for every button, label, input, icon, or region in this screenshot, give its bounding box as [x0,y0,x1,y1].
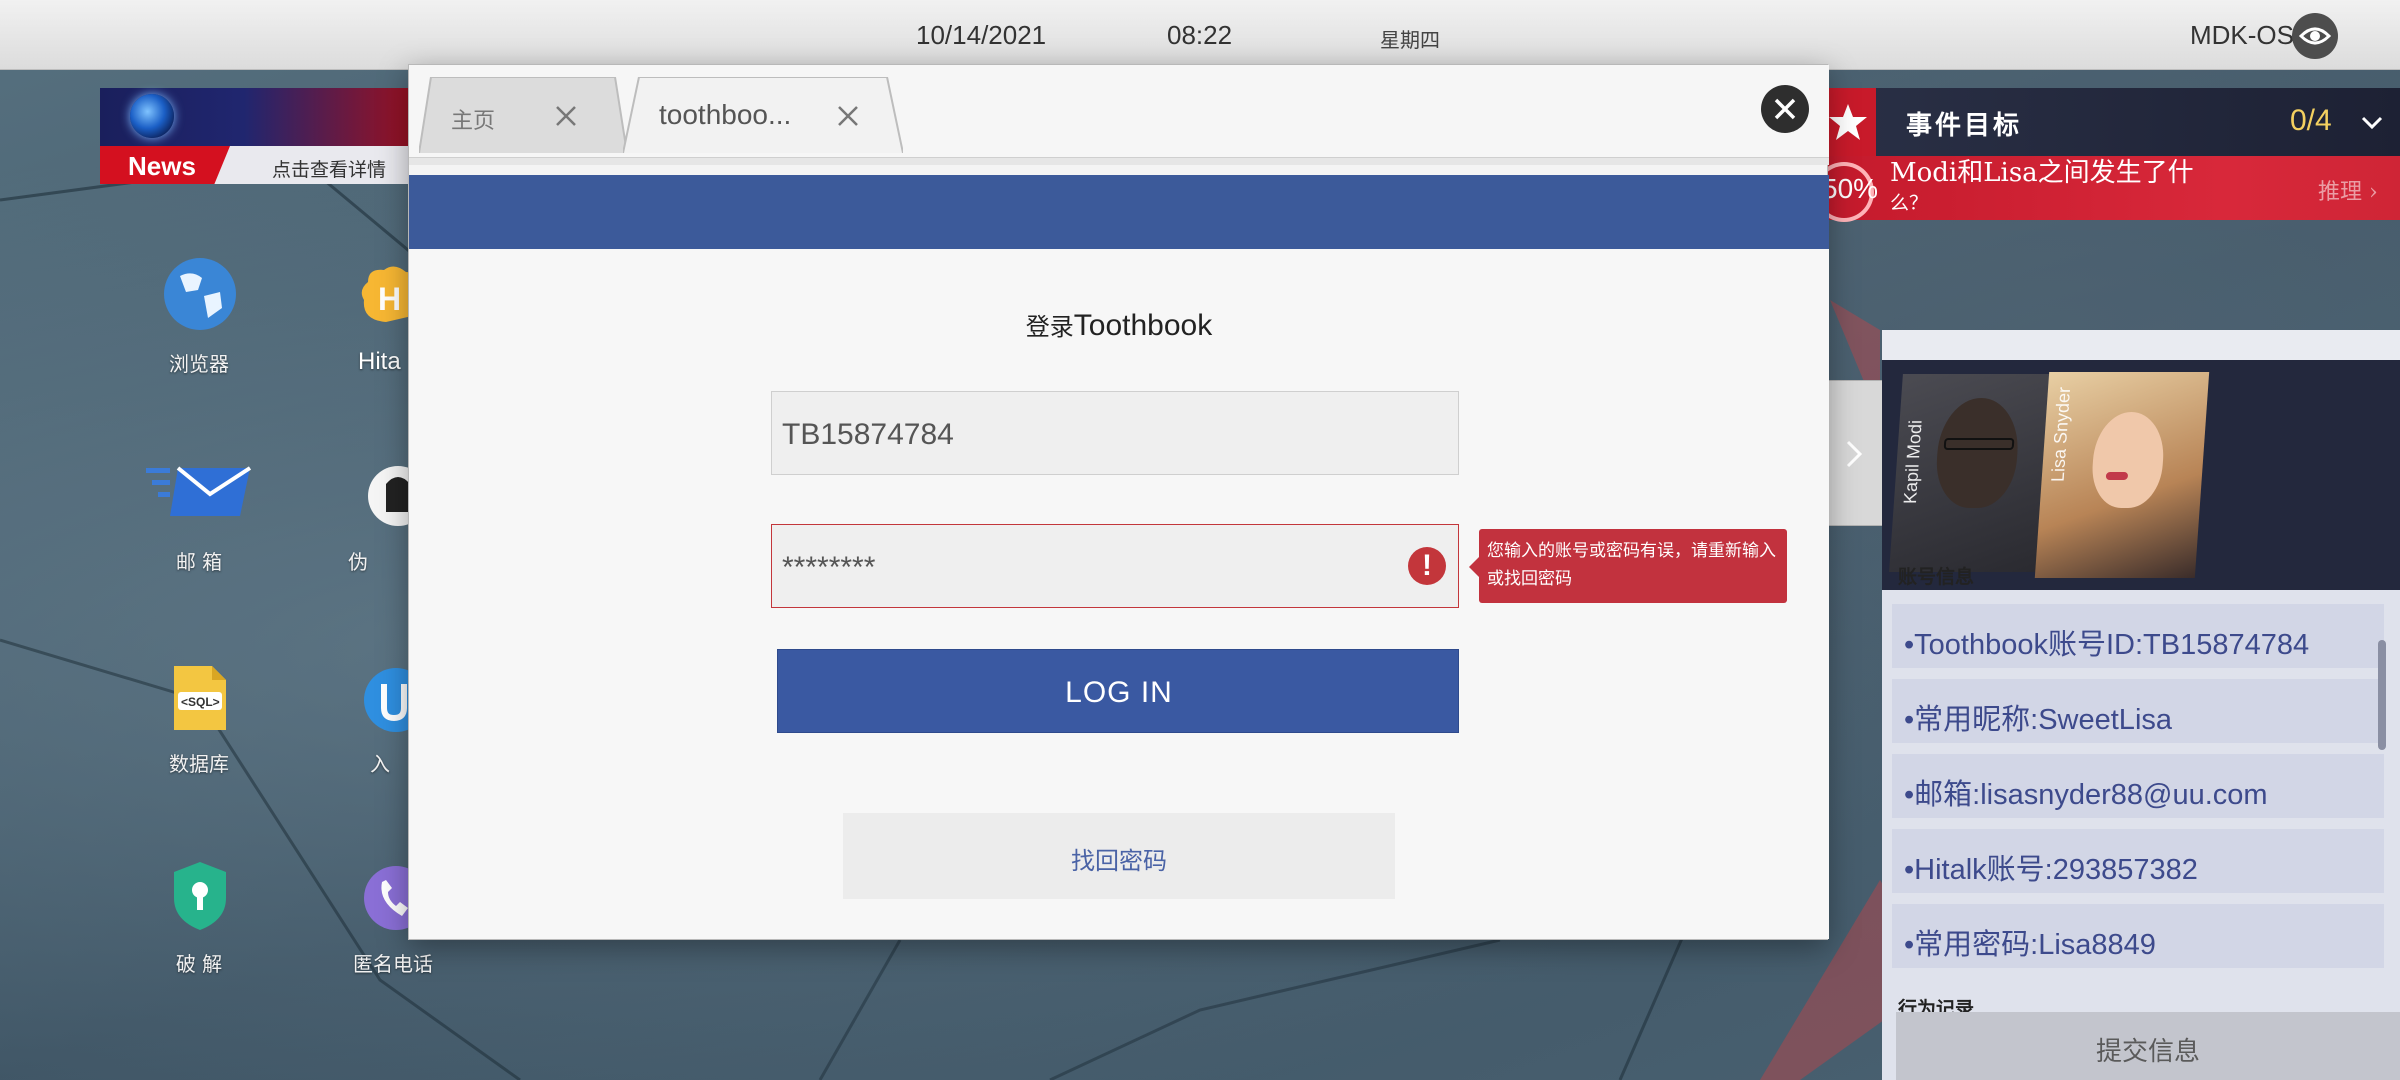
submit-info-button[interactable]: 提交信息 [1896,1012,2400,1080]
news-tag-label: News [128,151,196,181]
event-goal-item[interactable]: 50% Modi和Lisa之间发生了什 么？ 推理 › [1814,156,2400,222]
svg-text:H: H [378,281,401,317]
password-field[interactable]: ******** ! [771,524,1459,608]
news-header [100,88,420,146]
character-info-panel: Kapil Modi Lisa Snyder 账号信息 •Toothbook账号… [1882,330,2400,1080]
close-icon [1774,98,1796,120]
login-button-label: LOG IN [1065,676,1173,709]
info-row[interactable]: •常用昵称:SweetLisa [1892,679,2384,743]
sql-database-icon: <SQL> [174,666,226,730]
os-name: MDK-OS [2190,20,2294,50]
desktop-icon-label: 破 解 [175,952,223,976]
error-tooltip-text: 您输入的账号或密码有误，请重新输入或找回密码 [1487,541,1776,589]
username-value: TB15874784 [782,418,954,451]
crack-shield-icon [174,862,226,930]
username-field[interactable]: TB15874784 [771,391,1459,475]
info-row[interactable]: •Toothbook账号ID:TB15874784 [1892,604,2384,668]
info-row-text: •常用昵称:SweetLisa [1904,704,2173,736]
desktop-icon-database[interactable]: <SQL> 数据库 [124,660,274,790]
mail-icon [146,466,252,516]
news-ticker-text: 点击查看详情 [272,159,387,181]
status-weekday: 星期四 [1380,28,1440,52]
error-icon: ! [1408,547,1446,585]
news-banner[interactable]: News 点击查看详情 [100,88,420,184]
goal-reason-label: 推理 [2318,180,2363,205]
panel-scrollbar[interactable] [2378,640,2386,750]
character-name: Lisa Snyder [2047,386,2075,482]
character-name: Kapil Modi [1899,419,1926,504]
tab-outline [419,77,627,153]
status-date: 10/14/2021 [916,20,1047,50]
portrait-face [2089,412,2167,508]
info-row-text: •邮箱:lisasnyder88@uu.com [1904,779,2268,811]
login-title: 登录Toothbook [409,307,1829,343]
event-goals-count: 0/4 [2290,104,2332,137]
forgot-password-button[interactable]: 找回密码 [843,813,1395,899]
news-ticker[interactable]: News 点击查看详情 [100,146,420,184]
event-goals-title: 事件目标 [1906,111,2023,141]
desktop-icon-label: 匿名电话 [353,952,433,976]
os-eye-icon[interactable] [2292,13,2338,59]
glasses-icon [1943,438,2015,450]
info-row-text: •Toothbook账号ID:TB15874784 [1904,629,2310,661]
portrait-face [1933,398,2022,508]
section-account-info: 账号信息 [1898,566,1975,588]
panel-header-strip [1882,330,2400,360]
globe-icon [164,258,236,330]
submit-info-label: 提交信息 [2095,1037,2200,1067]
event-goals-header[interactable]: 事件目标 0/4 [1820,88,2400,156]
login-title-prefix: 登录 [1025,313,1074,341]
desktop-icon-mail[interactable]: 邮 箱 [124,456,274,586]
desktop-icon-browser[interactable]: 浏览器 [124,256,274,386]
info-row[interactable]: •邮箱:lisasnyder88@uu.com [1892,754,2384,818]
info-row[interactable]: •常用密码:Lisa8849 [1892,904,2384,968]
status-bar: 10/14/2021 08:22 星期四 MDK-OS [0,0,2400,70]
status-time: 08:22 [1167,20,1233,50]
login-button[interactable]: LOG IN [777,649,1459,733]
goal-question: Modi和Lisa之间发生了什 么？ [1890,158,2220,218]
svg-text:<SQL>: <SQL> [181,695,220,709]
browser-window: 主页 toothboo... 登录Toothbook TB15874784 **… [408,64,1829,940]
goal-question-line2: 么？ [1890,192,1929,214]
info-row-text: •常用密码:Lisa8849 [1904,929,2156,961]
news-tag: News [100,146,230,184]
window-close-button[interactable] [1761,85,1809,133]
portrait-kapil-modi[interactable]: Kapil Modi [1889,374,2053,572]
forgot-password-label: 找回密码 [1071,847,1167,875]
login-title-brand: Toothbook [1073,309,1213,342]
desktop-icon-label: 数据库 [169,752,229,776]
password-value: ******** [782,551,876,584]
character-portraits: Kapil Modi Lisa Snyder [1882,360,2400,590]
goal-reason-button[interactable]: 推理 › [2318,174,2378,206]
tab-strip: 主页 toothboo... [409,65,1829,157]
tab-divider [409,157,1829,165]
desktop-icon-label: 邮 箱 [175,550,223,574]
lips-icon [2105,472,2129,480]
desktop-icon-label: 浏览器 [169,352,229,376]
site-header-bar [409,175,1829,249]
goal-percent: 50% [1822,173,1879,204]
tab-outline [623,77,903,153]
info-row[interactable]: •Hitalk账号:293857382 [1892,829,2384,893]
login-page: 登录Toothbook TB15874784 ******** ! 您输入的账号… [409,249,1829,939]
portrait-lisa-snyder[interactable]: Lisa Snyder [2034,372,2210,578]
info-row-text: •Hitalk账号:293857382 [1904,854,2198,886]
chevron-down-icon[interactable] [2360,110,2384,134]
panel-collapse-handle[interactable] [1826,380,1882,526]
error-tooltip: 您输入的账号或密码有误，请重新输入或找回密码 [1469,529,1787,603]
chevron-right-icon [1846,440,1863,468]
desktop-icon-crack[interactable]: 破 解 [124,860,274,990]
goal-question-line1: Modi和Lisa之间发生了什 [1890,158,2194,188]
news-globe-icon [130,94,174,138]
